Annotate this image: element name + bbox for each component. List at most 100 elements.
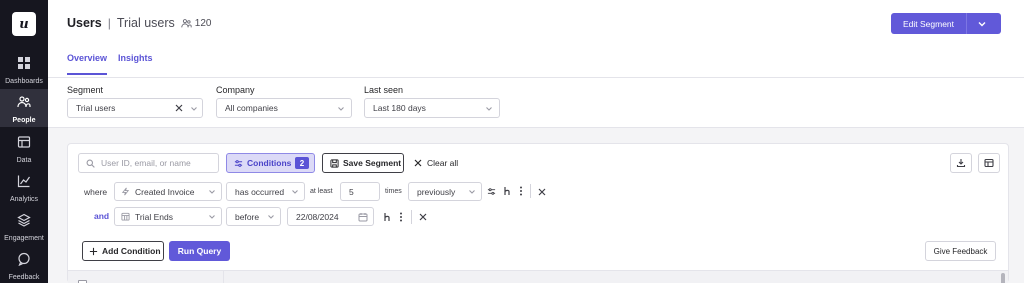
search-icon <box>86 159 95 168</box>
page-title: Users | Trial users 120 <box>67 16 211 30</box>
add-condition-label: Add Condition <box>102 246 161 256</box>
query-panel: User ID, email, or name Conditions 2 Sav… <box>67 143 1009 283</box>
edit-segment-button[interactable]: Edit Segment <box>891 13 1001 34</box>
company-filter-label: Company <box>216 85 255 95</box>
occurrence-count-input[interactable]: 5 <box>340 182 380 201</box>
filter-sliders-icon[interactable] <box>487 187 496 196</box>
download-button[interactable] <box>950 153 972 173</box>
more-options-icon[interactable] <box>518 186 524 196</box>
sidebar-item-engagement[interactable]: Engagement <box>0 207 48 245</box>
event-icon <box>121 187 130 196</box>
time-period-select[interactable]: previously <box>408 182 482 201</box>
plus-icon <box>89 247 98 256</box>
chevron-down-icon <box>209 215 215 219</box>
sidebar-item-data[interactable]: Data <box>0 129 48 167</box>
tab-overview[interactable]: Overview <box>67 53 108 75</box>
remove-condition-icon[interactable] <box>538 188 546 196</box>
divider <box>411 210 412 224</box>
chevron-down-icon <box>268 215 274 219</box>
give-feedback-label: Give Feedback <box>933 246 988 256</box>
save-segment-label: Save Segment <box>343 158 402 168</box>
condition-field-value: Trial Ends <box>135 211 173 222</box>
last-seen-filter-label: Last seen <box>364 85 404 95</box>
last-seen-select[interactable]: Last 180 days <box>364 98 500 118</box>
condition-field-select[interactable]: Trial Ends <box>114 207 222 226</box>
calendar-icon[interactable] <box>358 212 368 222</box>
feedback-icon <box>18 252 30 266</box>
clear-icon[interactable] <box>175 104 183 112</box>
date-value: 22/08/2024 <box>296 211 339 222</box>
chevron-down-icon <box>486 107 492 111</box>
time-period-value: previously <box>417 186 456 197</box>
filter-sliders-icon <box>234 160 243 167</box>
conditions-count-badge: 2 <box>295 157 309 169</box>
conditions-button[interactable]: Conditions 2 <box>226 153 315 173</box>
conditions-label: Conditions <box>247 158 292 168</box>
engagement-icon <box>17 213 31 227</box>
data-icon <box>17 136 31 148</box>
condition-connector: where <box>84 187 108 197</box>
save-icon <box>330 159 339 168</box>
calendar-grid-icon <box>121 212 130 221</box>
condition-operator-select[interactable]: has occurred <box>226 182 305 201</box>
occurrence-count-value: 5 <box>349 186 354 197</box>
filters-bar: Segment Trial users Company All companie… <box>48 78 1024 128</box>
remove-condition-icon[interactable] <box>419 213 427 221</box>
chevron-down-icon <box>191 107 197 111</box>
people-icon <box>17 96 31 108</box>
last-seen-select-value: Last 180 days <box>373 103 426 113</box>
segment-select[interactable]: Trial users <box>67 98 203 118</box>
chevron-down-icon <box>209 190 215 194</box>
sidebar-item-label: Dashboards <box>5 78 43 85</box>
save-segment-button[interactable]: Save Segment <box>322 153 404 173</box>
divider <box>530 184 531 198</box>
close-icon <box>414 159 422 167</box>
column-divider <box>223 271 224 283</box>
sidebar-item-label: Feedback <box>8 274 40 281</box>
search-placeholder: User ID, email, or name <box>101 158 191 168</box>
user-count: 120 <box>194 17 212 29</box>
page-header: Users | Trial users 120 Edit Segment Ove… <box>48 0 1024 78</box>
condition-operator-value: has occurred <box>235 186 285 197</box>
h-icon[interactable] <box>383 212 392 222</box>
date-input[interactable]: 22/08/2024 <box>287 207 374 226</box>
results-table-header <box>68 270 1008 283</box>
tab-insights[interactable]: Insights <box>118 53 153 63</box>
sidebar-item-feedback[interactable]: Feedback <box>0 246 48 283</box>
more-options-icon[interactable] <box>398 212 404 222</box>
clear-all-label: Clear all <box>427 158 459 168</box>
add-condition-button[interactable]: Add Condition <box>82 241 164 261</box>
columns-button[interactable] <box>978 153 1000 173</box>
page-title-text: Users <box>67 16 102 30</box>
sidebar-item-dashboards[interactable]: Dashboards <box>0 50 48 88</box>
chevron-down-icon <box>292 190 298 194</box>
condition-field-value: Created Invoice <box>135 186 195 197</box>
clear-all-button[interactable]: Clear all <box>412 153 458 173</box>
search-input[interactable]: User ID, email, or name <box>78 153 219 173</box>
segment-name: Trial users <box>116 16 175 30</box>
sidebar-item-label: Data <box>16 157 32 164</box>
condition-operator-select[interactable]: before <box>226 207 281 226</box>
app-logo[interactable]: u <box>12 12 36 36</box>
scrollbar[interactable] <box>1001 273 1005 283</box>
company-select[interactable]: All companies <box>216 98 352 118</box>
run-query-label: Run Query <box>177 246 222 256</box>
company-select-value: All companies <box>225 103 278 113</box>
edit-segment-label: Edit Segment <box>902 18 955 29</box>
sidebar-item-people[interactable]: People <box>0 89 48 127</box>
at-least-label: at least <box>310 188 333 195</box>
download-icon <box>956 159 966 168</box>
run-query-button[interactable]: Run Query <box>169 241 230 261</box>
segment-filter-label: Segment <box>67 85 104 95</box>
condition-connector[interactable]: and <box>94 211 109 221</box>
h-icon[interactable] <box>503 186 512 196</box>
condition-field-select[interactable]: Created Invoice <box>114 182 222 201</box>
sidebar-item-label: Engagement <box>4 235 44 242</box>
chevron-down-icon[interactable] <box>977 19 987 29</box>
dashboard-icon <box>18 57 30 69</box>
sidebar-item-analytics[interactable]: Analytics <box>0 168 48 206</box>
give-feedback-button[interactable]: Give Feedback <box>925 241 996 261</box>
chevron-down-icon <box>338 107 344 111</box>
analytics-icon <box>17 175 30 188</box>
columns-icon <box>984 158 994 168</box>
